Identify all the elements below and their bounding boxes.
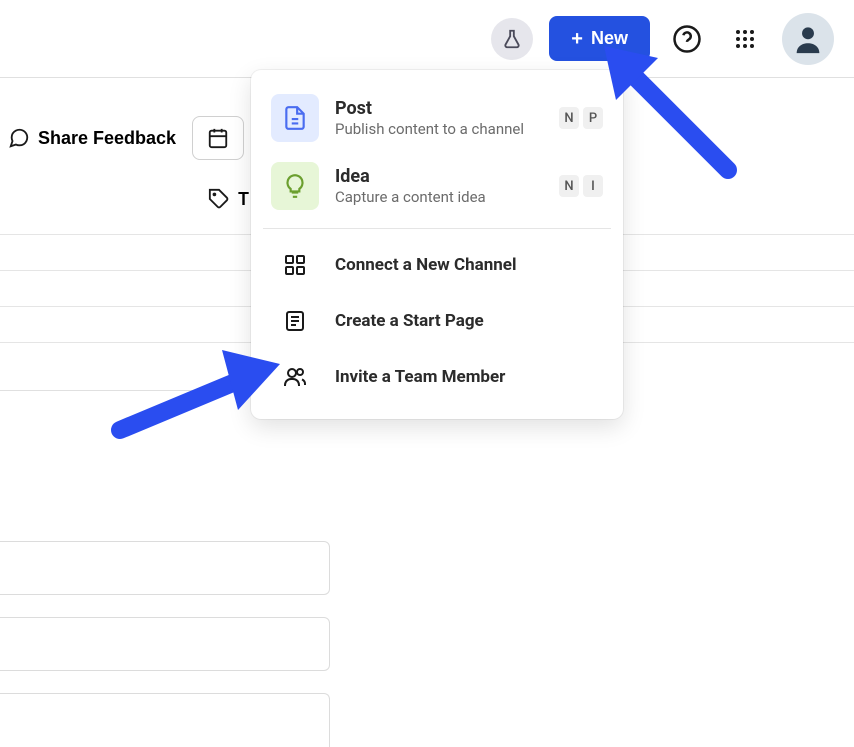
apps-grid-icon [733, 27, 757, 51]
channel-icon-wrap [281, 251, 309, 279]
shortcut-keys: N P [559, 107, 603, 129]
dropdown-item-subtitle: Capture a content idea [335, 188, 543, 208]
calendar-button[interactable] [192, 116, 244, 160]
invite-icon-wrap [281, 363, 309, 391]
help-button[interactable] [666, 18, 708, 60]
dropdown-item-post[interactable]: Post Publish content to a channel N P [251, 84, 623, 152]
tags-label: T [238, 189, 249, 210]
experiments-button[interactable] [491, 18, 533, 60]
dropdown-action-label: Connect a New Channel [335, 255, 516, 275]
card[interactable] [0, 693, 330, 747]
dropdown-action-connect[interactable]: Connect a New Channel [251, 237, 623, 293]
lightbulb-icon [282, 173, 308, 199]
dropdown-item-text: Idea Capture a content idea [335, 165, 543, 208]
share-feedback-button[interactable]: Share Feedback [8, 127, 176, 149]
startpage-icon-wrap [281, 307, 309, 335]
dropdown-action-invite[interactable]: Invite a Team Member [251, 349, 623, 405]
dropdown-action-startpage[interactable]: Create a Start Page [251, 293, 623, 349]
post-icon [282, 105, 308, 131]
dropdown-item-idea[interactable]: Idea Capture a content idea N I [251, 152, 623, 220]
chat-icon [8, 127, 30, 149]
new-button[interactable]: + New [549, 16, 650, 61]
idea-icon-wrap [271, 162, 319, 210]
avatar-icon [791, 22, 825, 56]
post-icon-wrap [271, 94, 319, 142]
card[interactable] [0, 541, 330, 595]
beaker-icon [501, 28, 523, 50]
new-dropdown: Post Publish content to a channel N P Id… [251, 70, 623, 419]
help-icon [672, 24, 702, 54]
dropdown-action-label: Invite a Team Member [335, 367, 505, 387]
avatar-button[interactable] [782, 13, 834, 65]
key: P [583, 107, 603, 129]
team-icon [283, 365, 307, 389]
key: N [559, 107, 579, 129]
dropdown-divider [263, 228, 611, 229]
tag-icon [208, 188, 230, 210]
dropdown-item-subtitle: Publish content to a channel [335, 120, 543, 140]
dropdown-item-text: Post Publish content to a channel [335, 97, 543, 140]
dropdown-item-title: Post [335, 97, 543, 120]
key: N [559, 175, 579, 197]
card[interactable] [0, 617, 330, 671]
plus-icon: + [571, 29, 583, 49]
shortcut-keys: N I [559, 175, 603, 197]
app-header: + New [0, 0, 854, 78]
grid-add-icon [283, 253, 307, 277]
apps-button[interactable] [724, 18, 766, 60]
calendar-icon [207, 127, 229, 149]
key: I [583, 175, 603, 197]
dropdown-action-label: Create a Start Page [335, 311, 484, 331]
dropdown-item-title: Idea [335, 165, 543, 188]
card-stack [0, 541, 330, 747]
page-icon [283, 309, 307, 333]
new-button-label: New [591, 28, 628, 49]
feedback-label: Share Feedback [38, 128, 176, 149]
